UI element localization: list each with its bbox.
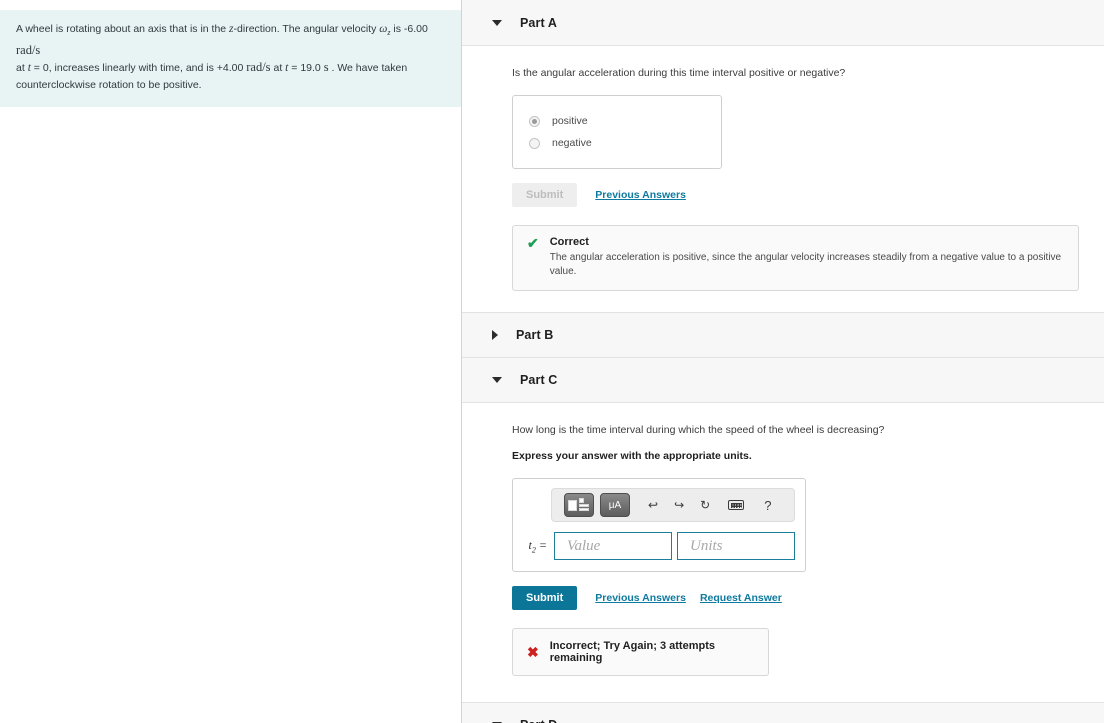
part-a-previous-answers-link[interactable]: Previous Answers [595,189,686,201]
part-c-input-row: t2 = Value Units [523,532,795,560]
problem-statement-box: A wheel is rotating about an axis that i… [0,10,461,108]
problem-text-3: is -6.00 [390,23,428,35]
part-c-units-placeholder: Units [690,537,723,554]
part-c-variable-label: t2 = [523,538,547,554]
redo-icon-c[interactable]: ↪ [674,498,684,512]
reset-icon-c[interactable]: ↻ [700,498,710,512]
page-root: A wheel is rotating about an axis that i… [0,0,1104,723]
problem-text-1: A wheel is rotating about an axis that i… [16,23,230,35]
part-c-var-sub: 2 [531,545,536,555]
part-c-instruction: Express your answer with the appropriate… [512,450,752,462]
keyboard-icon-c[interactable] [728,500,745,510]
part-c-title: Part C [520,373,558,387]
radio-label-positive: positive [552,115,588,127]
part-c-value-input[interactable]: Value [554,532,672,560]
unit-rad-per-s-1: rad/s [16,42,41,57]
part-a-submit-button[interactable]: Submit [512,183,578,207]
part-c-value-placeholder: Value [567,537,601,554]
part-c-header[interactable]: Part C [462,357,1104,403]
problem-text-4: at [16,62,28,75]
problem-text-9: counterclockwise rotation to be positive… [16,78,202,91]
parts-panel: Part A Is the angular acceleration durin… [462,0,1104,723]
part-c-feedback-title: Incorrect; Try Again; 3 attempts remaini… [549,640,715,664]
radio-label-negative: negative [552,137,592,149]
template-icon-button-c[interactable] [564,493,594,517]
part-c-feedback-incorrect: ✖ Incorrect; Try Again; 3 attempts remai… [512,628,769,676]
part-a-title: Part A [520,15,557,30]
part-c-body: How long is the time interval during whi… [462,423,1104,676]
part-d-header[interactable]: Part D [462,702,1104,723]
part-a-radio-group: positive negative [512,95,722,169]
part-c-question: How long is the time interval during whi… [512,424,885,436]
problem-text-2: -direction. The angular velocity [233,23,380,35]
radio-option-positive[interactable]: positive [513,110,721,132]
caret-down-icon-part-a[interactable] [492,19,502,26]
problem-text-7: = 19.0 [288,62,324,75]
part-a-feedback-correct: ✔ Correct The angular acceleration is po… [512,225,1079,291]
part-c-answer-widget: μA ↩ ↪ ↻ ? t2 = Value Units [512,478,806,572]
symbol-icon-button-c[interactable]: μA [600,493,630,517]
part-c-actions: Submit Previous Answers Request Answer [512,586,1104,610]
part-a-question: Is the angular acceleration during this … [512,67,846,79]
part-a-header[interactable]: Part A [462,0,1104,46]
problem-text-8: . We have taken [328,62,408,75]
part-c-toolbar: μA ↩ ↪ ↻ ? [551,488,795,522]
radio-option-negative[interactable]: negative [513,132,721,154]
cross-icon: ✖ [527,644,539,660]
part-a-body: Is the angular acceleration during this … [462,66,1104,291]
problem-statement-text: A wheel is rotating about an axis that i… [16,21,439,93]
help-icon-c[interactable]: ? [764,498,771,513]
problem-text-5: = 0, increases linearly with time, and i… [30,62,247,75]
problem-text-6: at [270,62,286,75]
problem-panel: A wheel is rotating about an axis that i… [0,0,462,723]
part-b-header[interactable]: Part B [462,312,1104,358]
part-c-request-answer-link[interactable]: Request Answer [700,592,782,604]
part-a-feedback-title: Correct [549,236,589,248]
check-icon: ✔ [527,235,539,251]
part-c-previous-answers-link[interactable]: Previous Answers [595,592,686,604]
radio-icon-negative[interactable] [529,137,540,149]
radio-icon-positive[interactable] [529,115,540,127]
part-a-actions: Submit Previous Answers [512,183,1104,207]
part-c-submit-button[interactable]: Submit [512,586,578,610]
part-b-title: Part B [516,328,554,342]
part-c-equals: = [538,537,547,552]
part-d-title: Part D [520,718,557,723]
caret-right-icon-part-b[interactable] [492,330,498,340]
template-icon [568,497,590,513]
part-c-units-input[interactable]: Units [677,532,795,560]
unit-rad-per-s-2: rad/s [246,60,271,75]
caret-down-icon-part-c[interactable] [492,377,502,383]
undo-icon-c[interactable]: ↩ [648,498,658,512]
part-a-feedback-text: The angular acceleration is positive, si… [549,252,1062,277]
